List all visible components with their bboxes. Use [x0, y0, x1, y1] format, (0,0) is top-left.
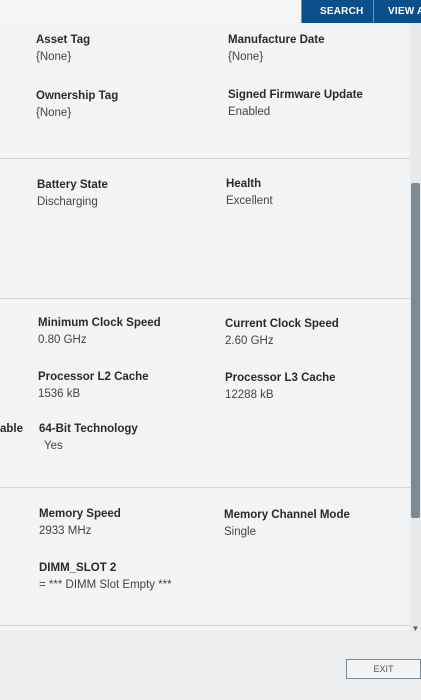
memory-channel-mode-label: Memory Channel Mode — [224, 509, 350, 521]
memory-channel-mode-field: Memory Channel Mode Single — [224, 509, 350, 538]
exit-button[interactable]: EXIT — [346, 659, 421, 679]
asset-tag-label: Asset Tag — [36, 34, 91, 46]
signed-firmware-update-label: Signed Firmware Update — [228, 89, 363, 101]
search-button[interactable]: SEARCH — [301, 0, 373, 23]
memory-speed-value: 2933 MHz — [39, 525, 92, 537]
battery-health-label: Health — [226, 178, 262, 190]
processor-l3-cache-value: 12288 kB — [225, 389, 274, 401]
dimm-slot-2-value: = *** DIMM Slot Empty *** — [39, 579, 172, 591]
settings-content: Asset Tag {None} Manufacture Date {None}… — [0, 23, 410, 630]
battery-information-section: Battery State Discharging Health Excelle… — [0, 159, 410, 299]
processor-information-section: Minimum Clock Speed 0.80 GHz Current Clo… — [0, 299, 410, 488]
truncated-field-label: able — [0, 423, 24, 435]
processor-l2-cache-field: Processor L2 Cache 1536 kB — [38, 371, 149, 400]
scroll-down-arrow-icon[interactable]: ▼ — [411, 624, 420, 633]
system-information-section: Asset Tag {None} Manufacture Date {None}… — [0, 23, 410, 159]
processor-l3-cache-field: Processor L3 Cache 12288 kB — [225, 372, 336, 401]
battery-health-value: Excellent — [226, 195, 273, 207]
battery-health-field: Health Excellent — [226, 178, 273, 207]
signed-firmware-update-value: Enabled — [228, 106, 271, 118]
view-all-button[interactable]: VIEW AL — [373, 0, 421, 23]
manufacture-date-value: {None} — [228, 51, 264, 63]
top-button-group: SEARCH VIEW AL — [301, 0, 421, 23]
top-bar: SEARCH VIEW AL — [0, 0, 421, 23]
minimum-clock-speed-value: 0.80 GHz — [38, 334, 87, 346]
64-bit-technology-label: 64-Bit Technology — [39, 423, 138, 435]
current-clock-speed-label: Current Clock Speed — [225, 318, 339, 330]
memory-speed-field: Memory Speed 2933 MHz — [39, 508, 121, 537]
footer-bar: EXIT — [0, 633, 421, 700]
current-clock-speed-value: 2.60 GHz — [225, 335, 274, 347]
asset-tag-field: Asset Tag {None} — [36, 34, 90, 63]
current-clock-speed-field: Current Clock Speed 2.60 GHz — [225, 318, 339, 347]
minimum-clock-speed-field: Minimum Clock Speed 0.80 GHz — [38, 317, 161, 346]
processor-l2-cache-label: Processor L2 Cache — [38, 371, 149, 383]
ownership-tag-value: {None} — [36, 107, 72, 119]
minimum-clock-speed-label: Minimum Clock Speed — [38, 317, 161, 329]
battery-state-value: Discharging — [37, 196, 98, 208]
ownership-tag-label: Ownership Tag — [36, 90, 119, 102]
vertical-scrollbar[interactable]: ▼ — [410, 23, 421, 633]
signed-firmware-update-field: Signed Firmware Update Enabled — [228, 89, 363, 118]
dimm-slot-2-field: DIMM_SLOT 2 = *** DIMM Slot Empty *** — [39, 562, 172, 591]
asset-tag-value: {None} — [36, 51, 72, 63]
manufacture-date-field: Manufacture Date {None} — [228, 34, 325, 63]
battery-state-label: Battery State — [37, 179, 108, 191]
dimm-slot-2-label: DIMM_SLOT 2 — [39, 562, 117, 574]
processor-l3-cache-label: Processor L3 Cache — [225, 372, 336, 384]
ownership-tag-field: Ownership Tag {None} — [36, 90, 118, 119]
processor-l2-cache-value: 1536 kB — [38, 388, 81, 400]
memory-information-section: Memory Speed 2933 MHz Memory Channel Mod… — [0, 488, 410, 626]
manufacture-date-label: Manufacture Date — [228, 34, 325, 46]
memory-channel-mode-value: Single — [224, 526, 256, 538]
battery-state-field: Battery State Discharging — [37, 179, 108, 208]
memory-speed-label: Memory Speed — [39, 508, 121, 520]
64-bit-technology-field: 64-Bit Technology Yes — [39, 423, 138, 452]
scrollbar-thumb[interactable] — [411, 183, 420, 518]
64-bit-technology-value: Yes — [44, 440, 63, 452]
